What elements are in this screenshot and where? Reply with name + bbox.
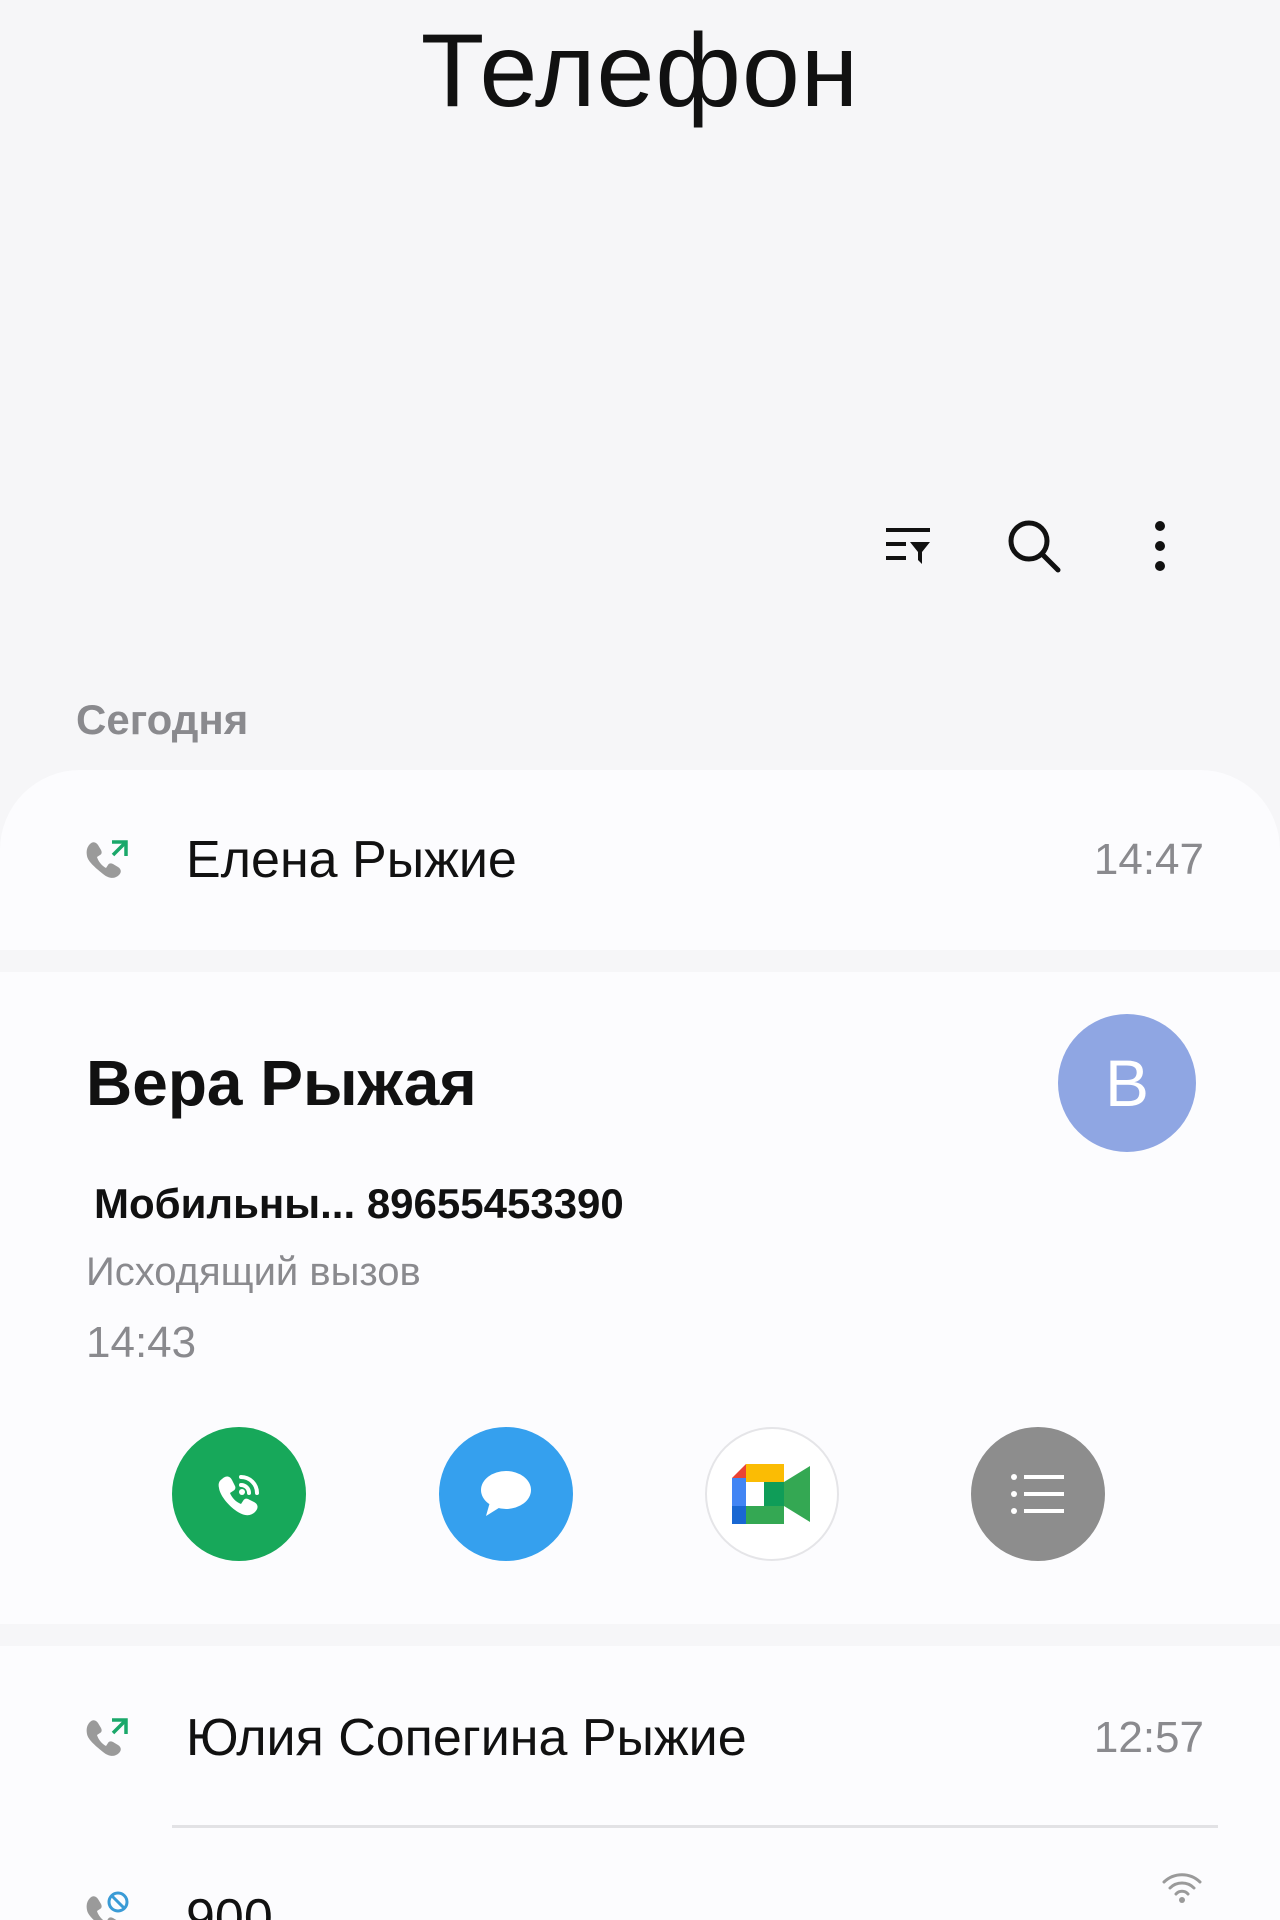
call-name: Елена Рыжие	[186, 831, 517, 889]
search-icon	[1008, 520, 1061, 573]
call-row-2[interactable]: Юлия Сопегина Рыжие 12:57	[0, 1648, 1280, 1828]
wifi-icon	[1162, 1873, 1202, 1903]
call-row-1[interactable]: Елена Рыжие 14:47	[0, 770, 1280, 950]
section-today: Сегодня	[76, 696, 249, 743]
google-meet-icon	[732, 1464, 810, 1524]
details-button[interactable]	[971, 1427, 1105, 1561]
list-icon	[1011, 1474, 1064, 1514]
toolbar	[870, 508, 1198, 584]
phone-label: Мобильны...	[94, 1180, 356, 1227]
call-time: 12:57	[1093, 1713, 1204, 1762]
expanded-call-time: 14:43	[86, 1318, 197, 1367]
wifi-call-button[interactable]	[172, 1427, 306, 1561]
more-icon	[1155, 521, 1165, 571]
blocked-call-icon	[86, 1891, 129, 1920]
search-button[interactable]	[996, 508, 1072, 584]
avatar[interactable]: В	[1058, 1014, 1196, 1152]
outgoing-call-icon	[86, 1718, 128, 1756]
call-name: Юлия Сопегина Рыжие	[186, 1709, 747, 1767]
filter-icon	[886, 528, 930, 564]
outgoing-call-icon	[86, 840, 128, 878]
video-call-button[interactable]	[705, 1427, 839, 1561]
call-row-3[interactable]: 900	[0, 1830, 1280, 1920]
message-icon	[481, 1471, 531, 1516]
contact-name: Вера Рыжая	[86, 1047, 477, 1119]
avatar-letter: В	[1104, 1046, 1150, 1120]
filter-button[interactable]	[870, 508, 946, 584]
wifi-call-icon	[218, 1475, 259, 1516]
phone-app: Телефон Сегодня Елена Рыжие 14:47 Вера Р…	[0, 0, 1280, 1920]
message-button[interactable]	[439, 1427, 573, 1561]
call-name: 900	[186, 1889, 273, 1920]
phone-line: Мобильны... 89655453390	[94, 1180, 624, 1228]
phone-number: 89655453390	[366, 1180, 624, 1227]
call-type: Исходящий вызов	[86, 1250, 421, 1294]
call-time: 14:47	[1093, 835, 1204, 884]
row-divider	[172, 1825, 1218, 1828]
page-title: Телефон	[420, 13, 860, 129]
more-button[interactable]	[1122, 508, 1198, 584]
